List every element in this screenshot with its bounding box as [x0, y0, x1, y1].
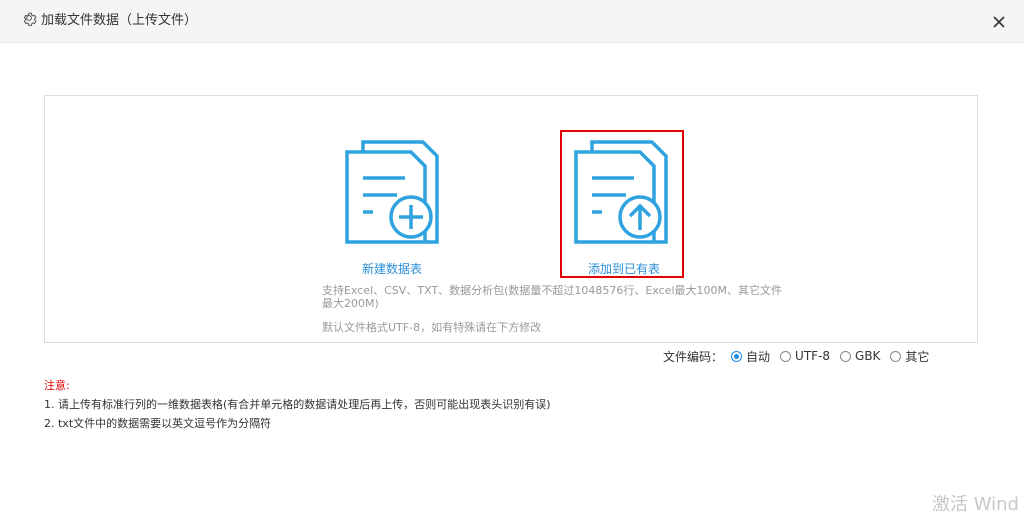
dialog-titlebar: 加载文件数据（上传文件）	[0, 0, 1024, 43]
new-table-option[interactable]: 新建数据表	[345, 130, 465, 280]
radio-button[interactable]	[840, 350, 852, 362]
notes-section: 注意: 1. 请上传有标准行列的一维数据表格(有合并单元格的数据请处理后再上传，…	[44, 376, 551, 433]
new-table-label: 新建数据表	[362, 262, 423, 276]
note-line: 1. 请上传有标准行列的一维数据表格(有合并单元格的数据请处理后再上传，否则可能…	[44, 398, 551, 411]
note-line: 2. txt文件中的数据需要以英文逗号作为分隔符	[44, 417, 272, 430]
new-file-icon	[345, 140, 439, 244]
encoding-label: 文件编码：	[663, 349, 724, 364]
radio-button[interactable]	[731, 350, 743, 362]
default-encoding-text: 默认文件格式UTF-8，如有特殊请在下方修改	[322, 321, 542, 334]
radio-button[interactable]	[890, 350, 902, 362]
supported-formats-text: 支持Excel、CSV、TXT、数据分析包(数据量不超过1048576行、Exc…	[322, 284, 783, 310]
encoding-option-label: 自动	[746, 349, 771, 364]
encoding-option-label: 其它	[905, 349, 930, 364]
encoding-selector: 文件编码： 自动 UTF-8 GBK 其它	[663, 348, 939, 364]
encoding-option-utf8[interactable]: UTF-8	[780, 349, 830, 363]
encoding-option-auto[interactable]: 自动	[731, 348, 770, 365]
gear-icon	[23, 12, 37, 26]
encoding-option-label: GBK	[855, 349, 881, 363]
encoding-option-gbk[interactable]: GBK	[840, 349, 880, 363]
upload-file-icon	[574, 140, 668, 244]
dialog-title: 加载文件数据（上传文件）	[41, 13, 198, 28]
radio-button[interactable]	[780, 350, 792, 362]
add-existing-table-label: 添加到已有表	[588, 262, 661, 276]
upload-area: 新建数据表 添加到已有表 支持Excel、CSV、TXT、数据分析包(数据量不超…	[44, 95, 978, 343]
activation-watermark: 激活 Wind	[932, 494, 1019, 515]
close-icon[interactable]	[990, 13, 1008, 31]
encoding-option-label: UTF-8	[795, 349, 831, 363]
add-existing-table-option[interactable]: 添加到已有表	[560, 130, 684, 278]
notes-title: 注意:	[44, 379, 70, 392]
encoding-option-other[interactable]: 其它	[890, 348, 929, 365]
